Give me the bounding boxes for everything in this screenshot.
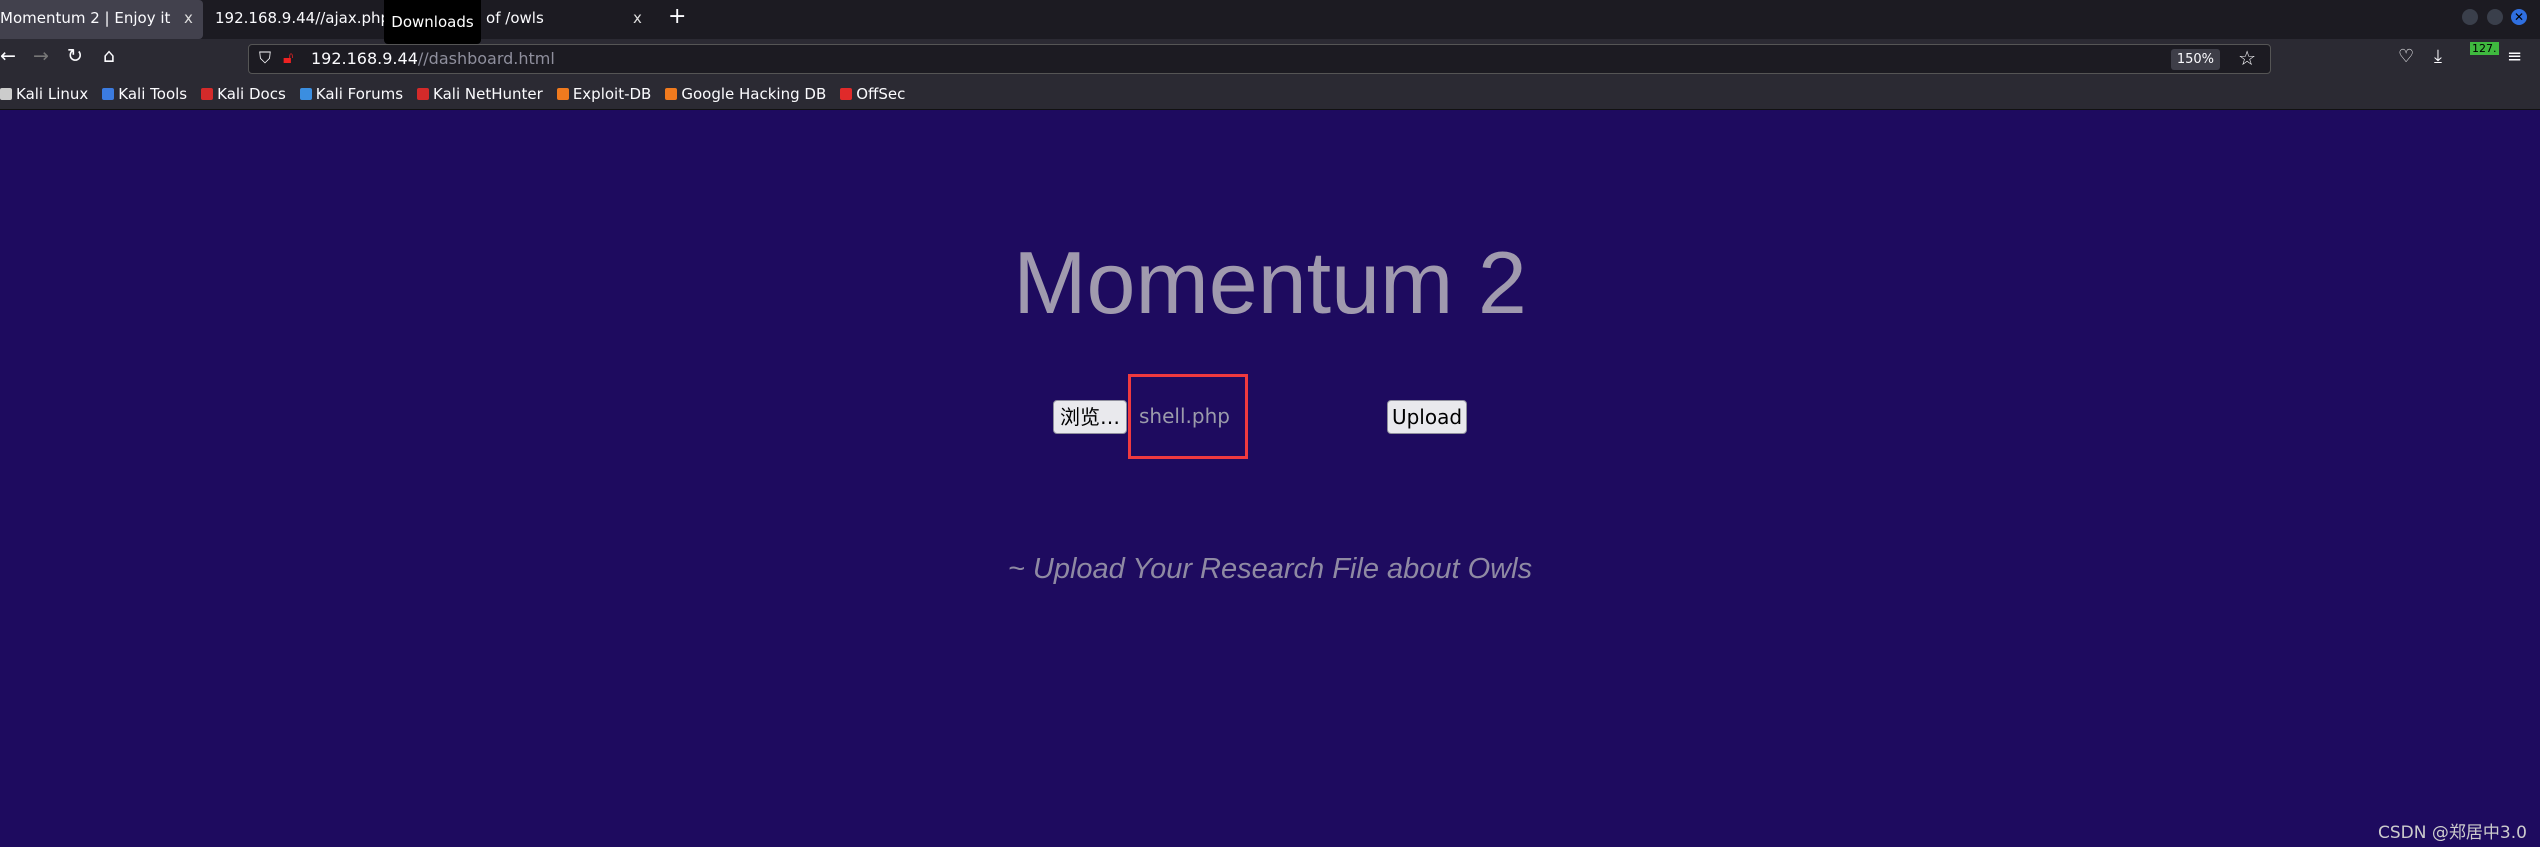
bookmark-label: Google Hacking DB [681,84,827,103]
zoom-level[interactable]: 150% [2170,49,2220,70]
menu-icon[interactable]: ≡ [2507,46,2522,67]
downloads-tooltip: Downloads [384,0,481,44]
maximize-button[interactable] [2487,9,2503,25]
close-tab-icon[interactable]: x [633,0,642,36]
close-window-button[interactable]: ✕ [2511,9,2527,25]
bookmark-favicon-icon [102,87,115,100]
close-tab-icon[interactable]: x [184,0,193,36]
bookmark-favicon-icon [201,87,214,100]
url-bar[interactable]: ⛉ 🔓︎ 192.168.9.44//dashboard.html 150% ☆ [248,44,2271,74]
home-icon[interactable]: ⌂ [103,45,115,67]
watermark: CSDN @郑居中3.0 [2378,823,2527,843]
new-tab-button[interactable]: + [668,4,686,29]
forward-icon[interactable]: → [33,45,49,67]
bookmark-label: OffSec [856,84,906,103]
bookmarks-bar: Kali Linux Kali Tools Kali Docs Kali Forums… [0,78,2540,110]
bookmark-item[interactable]: OffSec [840,85,905,103]
page-title: Momentum 2 [1013,233,1527,332]
tab-ajax[interactable]: 192.168.9.44//ajax.php [215,0,395,39]
bookmark-label: Kali Linux [16,84,89,103]
tab-momentum[interactable]: Momentum 2 | Enjoy it x [0,0,203,39]
bookmark-item[interactable]: Kali NetHunter [417,85,543,103]
bookmark-item[interactable]: Kali Tools [102,85,187,103]
bookmark-favicon-icon [840,87,853,100]
shield-icon[interactable]: ⛉ [259,48,271,68]
reload-icon[interactable]: ↻ [67,45,83,67]
pocket-icon[interactable]: ♡ [2398,46,2414,67]
highlight-box [1128,374,1248,459]
tab-title: Momentum 2 | Enjoy it [0,9,171,27]
bookmark-star-icon[interactable]: ☆ [2238,46,2256,70]
download-icon[interactable]: ⤓ [2434,46,2442,67]
insecure-lock-icon[interactable]: 🔓︎ [283,48,293,68]
bookmark-label: Exploit-DB [572,84,652,103]
back-icon[interactable]: ← [0,45,16,67]
minimize-button[interactable] [2462,9,2478,25]
bookmark-favicon-icon [299,87,312,100]
bookmark-label: Kali Tools [118,84,188,103]
bookmark-label: Kali Docs [217,84,286,103]
bookmark-item[interactable]: Kali Linux [0,85,88,103]
browse-button[interactable]: 浏览… [1053,400,1127,434]
bookmark-label: Kali NetHunter [433,84,543,103]
bookmark-label: Kali Forums [315,84,404,103]
bookmark-item[interactable]: Kali Docs [201,85,286,103]
upload-button[interactable]: Upload [1387,400,1467,434]
tab-title: 192.168.9.44//ajax.php [215,9,391,27]
bookmark-item[interactable]: Kali Forums [299,84,404,103]
bookmark-item[interactable]: Google Hacking DB [665,85,826,103]
url-path: //dashboard.html [417,49,555,68]
bookmark-favicon-icon [417,87,430,100]
bookmark-favicon-icon [556,87,569,100]
bookmark-favicon-icon [665,87,678,100]
tab-strip: Momentum 2 | Enjoy it x 192.168.9.44//aja… [0,0,2540,44]
page-subtitle: ~ Upload Your Research File about Owls [1007,553,1533,585]
bookmark-item[interactable]: Exploit-DB [556,84,652,103]
extension-badge[interactable]: 127. [2470,42,2499,55]
bookmark-favicon-icon [0,87,12,100]
url-host: 192.168.9.44 [311,49,418,68]
nav-toolbar: ← → ↻ ⌂ ⛉ 🔓︎ 192.168.9.44//dashboard.htm… [0,39,2540,78]
